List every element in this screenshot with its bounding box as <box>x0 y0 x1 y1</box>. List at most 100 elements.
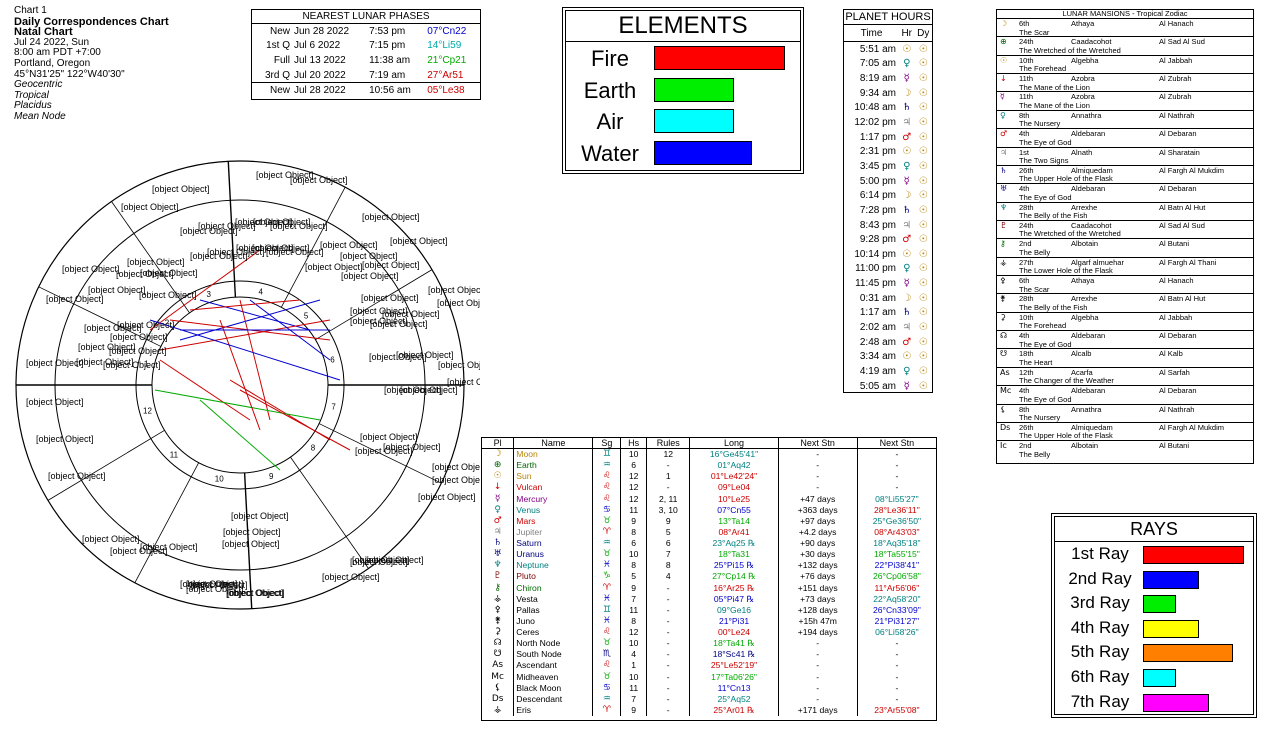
planet-hour-ruler-icon: ♃ <box>902 321 912 333</box>
ray-bar <box>1143 570 1199 589</box>
planet-hour-time: 1:17 am <box>859 307 897 319</box>
planet-house: 9 <box>620 515 647 527</box>
planet-house: 10 <box>620 448 647 461</box>
planet-degree-label: [object Object] <box>140 268 198 278</box>
mansion-row: ⚵ 28th Arrexhe Al Batn Al Hut The Belly of t… <box>997 294 1253 313</box>
planet-longitude: 23°Aq25 ℞ <box>689 538 779 550</box>
mansion-glyph-icon: ⚳ <box>1000 312 1006 322</box>
planet-name: Ascendant <box>513 660 594 672</box>
mansion-name: Alcalb <box>1071 349 1092 359</box>
planet-house: 11 <box>620 604 647 616</box>
planet-next-station-pos: 08°Li55'27" <box>875 493 919 504</box>
planet-longitude: 09°Le04 <box>689 482 779 494</box>
planet-next-station-pos: - <box>895 671 899 682</box>
lunar-mansions-panel: LUNAR MANSIONS - Tropical Zodiac ☽ 6th Ath… <box>996 9 1254 464</box>
planets-table-header: Next Stn <box>778 438 858 449</box>
planet-glyph-icon: ⚴ <box>482 604 515 616</box>
house-number: 4 <box>259 287 264 296</box>
planet-hour-ruler-icon: ☉ <box>902 146 912 158</box>
col-dy: Dy <box>914 25 932 42</box>
mansion-meaning: The Upper Hole of the Flask <box>1019 431 1113 441</box>
planet-name: Earth <box>513 460 594 472</box>
planet-hour-time: 9:28 pm <box>859 234 897 246</box>
ray-row: 6th Ray <box>1055 665 1253 690</box>
planet-row: ⚵ Juno ♓ 8-21°Pi31 +15h 47m 21°Pi31'27" <box>482 615 936 627</box>
cusp-degree-label: [object Object] <box>290 175 348 185</box>
planet-glyph-icon: ⚷ <box>482 582 515 594</box>
planet-degree-label: [object Object] <box>418 492 476 502</box>
planet-name: Pluto <box>513 571 594 583</box>
mansion-name: Algebha <box>1071 312 1099 322</box>
planet-row: ⚴ Pallas ♊ 11-09°Ge16 +128 days 26°Cn33'09" <box>482 604 936 616</box>
mansion-glyph-icon: ☽ <box>1000 19 1008 28</box>
planet-degree-label: [object Object] <box>109 346 167 356</box>
mansion-row: ♂ 4th Aldebaran Al Debaran The Eye of God <box>997 129 1253 148</box>
planet-longitude: 13°Ta14 <box>689 515 779 527</box>
planet-name: Midheaven <box>513 671 594 683</box>
ray-label: 5th Ray <box>1070 642 1130 662</box>
mansion-meaning: The Eye of God <box>1019 394 1072 404</box>
planet-glyph-icon: ⚸ <box>482 682 515 694</box>
sign-glyph-icon: ♏ <box>592 649 622 661</box>
planet-next-station-pos: 18°Ta55'15" <box>873 549 920 560</box>
planet-next-station: +30 days <box>778 549 858 561</box>
sign-glyph-icon: ♋ <box>592 682 622 694</box>
planet-next-station-pos: - <box>895 482 899 493</box>
planets-table-header: Rules <box>646 438 691 449</box>
lunar-phase-date: Jul 13 2022 <box>294 54 346 66</box>
planet-row: ♇ Pluto ♑ 5 4 27°Cp14 ℞ +76 days 26°Cp06'58" <box>482 571 936 583</box>
planet-longitude: 00°Le24 <box>689 627 779 639</box>
planet-degree-label: [object Object] <box>360 432 418 442</box>
planet-hour-time: 7:28 pm <box>859 204 897 216</box>
lunar-phase-date: Jun 28 2022 <box>294 25 350 37</box>
planet-hour-row: 3:34 am ☉ ☉ <box>844 349 932 364</box>
ray-bar <box>1143 595 1176 614</box>
mansion-row: ☿ 11th Azobra Al Zubrah The Mane of the Lion <box>997 92 1253 111</box>
planet-longitude: 09°Ge16 <box>689 604 779 616</box>
planet-degree-label: [object Object] <box>362 260 420 270</box>
ray-row: 1st Ray <box>1055 542 1253 567</box>
planet-degree-label: [object Object] <box>103 360 161 370</box>
mansion-glyph-icon: Ic <box>1000 441 1007 451</box>
ray-bar <box>1143 669 1176 687</box>
mansion-row: ☽ 6th Athaya Al Hanach The Scar <box>997 19 1253 38</box>
planet-hour-ruler-icon: ♄ <box>902 204 912 216</box>
planet-row: ⚷ Chiron ♈ 9-16°Ar25 ℞ +151 days 11°Ar56'06" <box>482 582 936 594</box>
planet-row: ⊕ Earth ♒ 6-01°Aq42- - <box>482 460 936 472</box>
lunar-phase-row: New Jul 28 2022 10:56 am 05°Le38 <box>252 82 480 98</box>
planet-glyph-icon: ⚶ <box>482 593 515 605</box>
planet-name: Black Moon <box>513 682 594 694</box>
planet-hour-time: 3:45 pm <box>859 160 897 172</box>
planet-hour-time: 4:19 am <box>859 365 897 377</box>
house-number: 11 <box>170 451 179 460</box>
house-number: 3 <box>207 290 212 299</box>
planet-degree-label: [object Object] <box>400 385 458 395</box>
planet-hour-row: 8:19 am ☿ ☉ <box>844 71 932 86</box>
planet-longitude: 25°Aq52 <box>689 693 779 705</box>
mansion-row: ♀ 8th Annathra Al Nathrah The Nursery <box>997 111 1253 130</box>
planet-glyph-icon: ♃ <box>482 526 515 538</box>
planet-house: 8 <box>620 526 647 538</box>
planet-longitude: 10°Le25 <box>689 493 779 505</box>
planet-rules: 4 <box>646 571 691 583</box>
mansion-row: As 12th Acarfa Al Sarfah The Changer of the … <box>997 368 1253 387</box>
sign-glyph-icon: ♌ <box>592 660 622 672</box>
planet-house: 4 <box>620 649 647 661</box>
planet-glyph-icon: ⚶ <box>482 704 515 716</box>
cusp-degree-label: [object Object] <box>437 298 480 308</box>
planet-next-station: +76 days <box>778 571 858 583</box>
cusp-degree-label: [object Object] <box>26 397 84 407</box>
mansion-glyph-icon: ⚸ <box>1000 404 1006 414</box>
sun-day-icon: ☉ <box>918 87 928 99</box>
rays-panel: RAYS 1st Ray 2nd Ray 3rd Ray 4th Ray 5th Ray… <box>1051 513 1257 718</box>
planet-rules: - <box>646 460 691 472</box>
chart-option: Mean Node <box>14 110 66 122</box>
mansion-arabic: Al Jabbah <box>1159 312 1193 322</box>
mansion-glyph-icon: ☋ <box>1000 349 1008 359</box>
planet-degree-label: [object Object] <box>110 332 168 342</box>
element-bar <box>654 77 734 102</box>
planet-name: Venus <box>513 504 594 516</box>
planet-hour-row: 7:05 am ♀ ☉ <box>844 57 932 72</box>
mansion-row: Ds 26th Almiquedam Al Fargh Al Mukdim The Up… <box>997 423 1253 442</box>
mansion-row: ⚶ 27th Algarf almuehar Al Fargh Al Thani The… <box>997 258 1253 277</box>
